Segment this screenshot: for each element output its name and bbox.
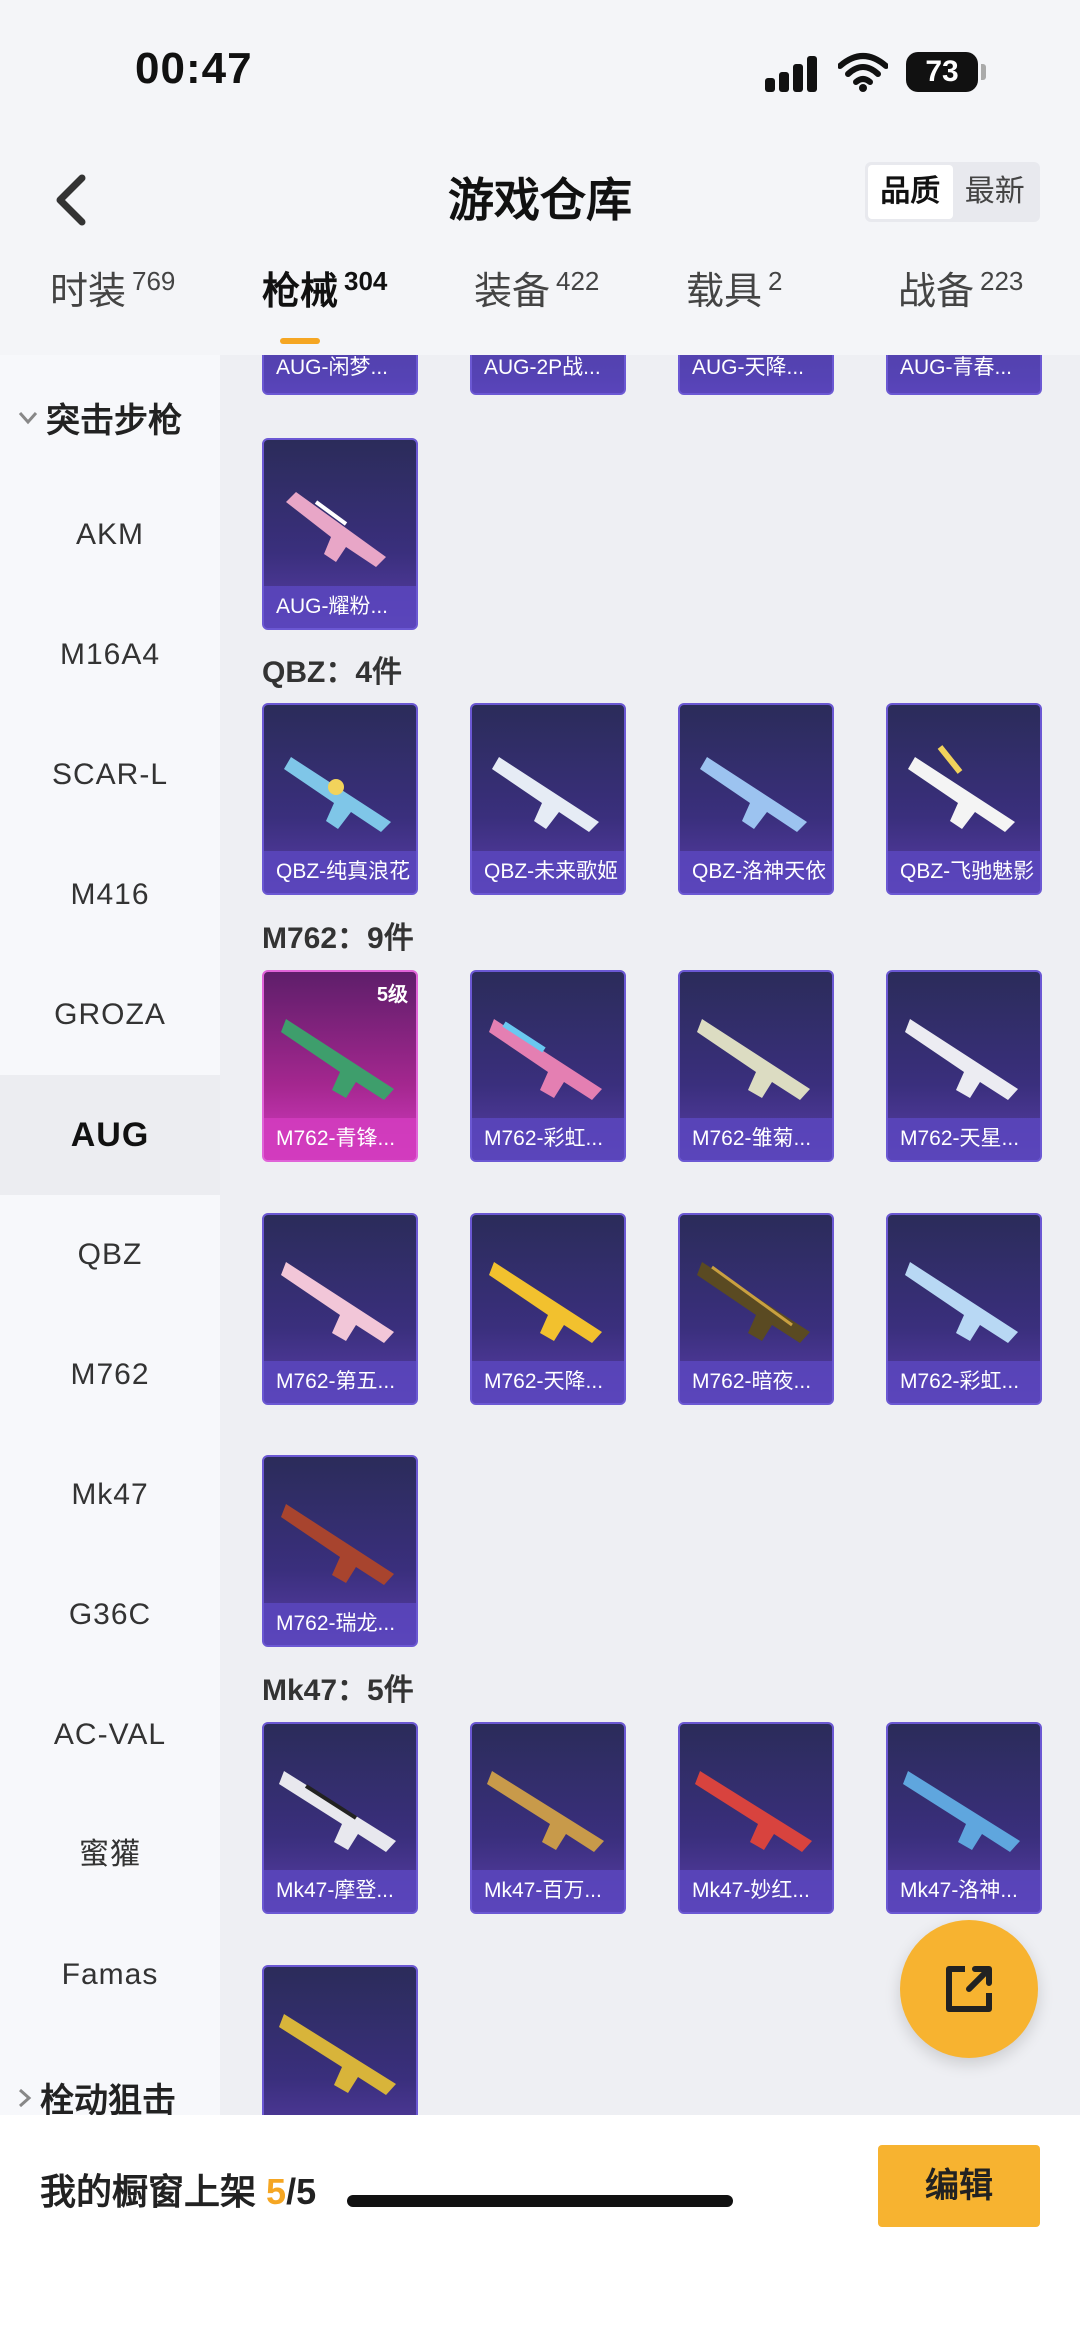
sidebar-section-bolt-sniper[interactable]: 栓动狙击 bbox=[18, 2073, 176, 2115]
sidebar-item-m416[interactable]: M416 bbox=[0, 835, 220, 955]
weapon-image bbox=[487, 1771, 604, 1852]
bottom-bar: 我的橱窗上架 5/5 编辑 bbox=[0, 2115, 1080, 2341]
sidebar-item-groza[interactable]: GROZA bbox=[0, 955, 220, 1075]
wifi-icon bbox=[838, 53, 888, 92]
weapon-card[interactable]: QBZ-未来歌姬 bbox=[470, 703, 626, 895]
weapon-card[interactable] bbox=[262, 1965, 418, 2115]
weapon-grid: AUG-闲梦... AUG-2P战... AUG-天降... AUG-青春...… bbox=[220, 355, 1080, 2115]
weapon-image bbox=[695, 1771, 812, 1852]
group-title-mk47: Mk47：5件 bbox=[262, 1674, 414, 1707]
weapon-image bbox=[279, 2014, 396, 2095]
weapon-card[interactable]: Mk47-洛神... bbox=[886, 1722, 1042, 1914]
clock: 00:47 bbox=[135, 44, 253, 93]
weapon-image bbox=[905, 1019, 1018, 1100]
signal-icon bbox=[765, 56, 825, 92]
sidebar-item-m16a4[interactable]: M16A4 bbox=[0, 595, 220, 715]
category-tabs: 时装 769 枪械 304 装备 422 载具 2 战备 223 bbox=[0, 260, 1080, 355]
weapon-image bbox=[279, 1771, 396, 1852]
weapon-image bbox=[284, 757, 391, 832]
weapon-card[interactable]: AUG-闲梦... bbox=[262, 355, 418, 395]
weapon-card[interactable]: Mk47-百万... bbox=[470, 1722, 626, 1914]
weapon-image bbox=[489, 1262, 602, 1343]
weapon-image bbox=[905, 1262, 1018, 1343]
chevron-down-icon bbox=[18, 411, 38, 424]
tab-supplies[interactable]: 战备 223 bbox=[898, 260, 1023, 355]
sidebar-item-qbz[interactable]: QBZ bbox=[0, 1195, 220, 1315]
weapon-card[interactable]: AUG-青春... bbox=[886, 355, 1042, 395]
weapon-image bbox=[700, 757, 807, 832]
sidebar-item-honey-badger[interactable]: 蜜獾 bbox=[0, 1795, 220, 1915]
header-bar: 游戏仓库 品质 最新 bbox=[0, 140, 1080, 260]
weapon-card[interactable]: Mk47-摩登... bbox=[262, 1722, 418, 1914]
home-indicator bbox=[347, 2195, 733, 2207]
group-title-qbz: QBZ：4件 bbox=[262, 656, 403, 689]
weapon-card[interactable]: AUG-耀粉... bbox=[262, 438, 418, 630]
edit-button[interactable]: 编辑 bbox=[878, 2145, 1040, 2227]
sidebar-item-g36c[interactable]: G36C bbox=[0, 1555, 220, 1675]
sidebar-item-mk47[interactable]: Mk47 bbox=[0, 1435, 220, 1555]
weapon-card[interactable]: M762-第五... bbox=[262, 1213, 418, 1405]
weapon-card[interactable]: M762-雏菊... bbox=[678, 970, 834, 1162]
weapon-card[interactable]: QBZ-飞驰魅影 bbox=[886, 703, 1042, 895]
tab-guns[interactable]: 枪械 304 bbox=[262, 260, 387, 355]
weapon-card[interactable]: M762-天星... bbox=[886, 970, 1042, 1162]
weapon-card[interactable]: QBZ-纯真浪花 bbox=[262, 703, 418, 895]
battery-indicator: 73 bbox=[906, 52, 986, 92]
sidebar-item-famas[interactable]: Famas bbox=[0, 1915, 220, 2035]
weapon-card[interactable]: 5级 M762-青锋... bbox=[262, 970, 418, 1162]
weapon-image bbox=[286, 492, 386, 567]
group-title-m762: M762：9件 bbox=[262, 922, 414, 955]
weapon-image bbox=[903, 1771, 1020, 1852]
tab-fashion[interactable]: 时装 769 bbox=[50, 260, 175, 355]
sidebar-item-ac-val[interactable]: AC-VAL bbox=[0, 1675, 220, 1795]
status-bar: 00:47 73 bbox=[0, 0, 1080, 140]
weapon-card[interactable]: M762-暗夜... bbox=[678, 1213, 834, 1405]
weapon-image bbox=[281, 1262, 394, 1343]
weapon-image bbox=[281, 1504, 394, 1585]
weapon-card[interactable]: AUG-天降... bbox=[678, 355, 834, 395]
weapon-card[interactable]: M762-彩虹... bbox=[470, 970, 626, 1162]
weapon-image bbox=[492, 757, 599, 832]
sidebar-item-scar-l[interactable]: SCAR-L bbox=[0, 715, 220, 835]
weapon-image bbox=[697, 1262, 810, 1343]
weapon-card[interactable]: M762-天降... bbox=[470, 1213, 626, 1405]
sidebar-item-m762[interactable]: M762 bbox=[0, 1315, 220, 1435]
weapon-image bbox=[489, 1019, 602, 1100]
sidebar-item-aug[interactable]: AUG bbox=[0, 1075, 220, 1195]
chevron-right-icon bbox=[19, 2088, 32, 2107]
weapon-image bbox=[908, 745, 1015, 832]
share-external-icon bbox=[946, 1966, 992, 2012]
weapon-card[interactable]: M762-瑞龙... bbox=[262, 1455, 418, 1647]
sort-option-quality[interactable]: 品质 bbox=[868, 165, 953, 219]
shelf-status: 我的橱窗上架 5/5 bbox=[40, 2171, 317, 2212]
weapon-sidebar: 突击步枪 AKM M16A4 SCAR-L M416 GROZA AUG QBZ… bbox=[0, 355, 220, 2115]
tab-vehicles[interactable]: 载具 2 bbox=[686, 260, 782, 355]
tab-equipment[interactable]: 装备 422 bbox=[474, 260, 599, 355]
weapon-image bbox=[697, 1019, 810, 1100]
sort-toggle: 品质 最新 bbox=[865, 162, 1040, 222]
active-tab-underline bbox=[280, 338, 320, 344]
weapon-card[interactable]: Mk47-妙红... bbox=[678, 1722, 834, 1914]
share-button[interactable] bbox=[900, 1920, 1038, 2058]
sort-option-newest[interactable]: 最新 bbox=[953, 165, 1038, 219]
weapon-card[interactable]: QBZ-洛神天依 bbox=[678, 703, 834, 895]
weapon-card[interactable]: AUG-2P战... bbox=[470, 355, 626, 395]
weapon-image bbox=[281, 1019, 394, 1100]
sidebar-item-akm[interactable]: AKM bbox=[0, 475, 220, 595]
sidebar-section-assault-rifle[interactable]: 突击步枪 bbox=[18, 393, 182, 442]
weapon-card[interactable]: M762-彩虹... bbox=[886, 1213, 1042, 1405]
